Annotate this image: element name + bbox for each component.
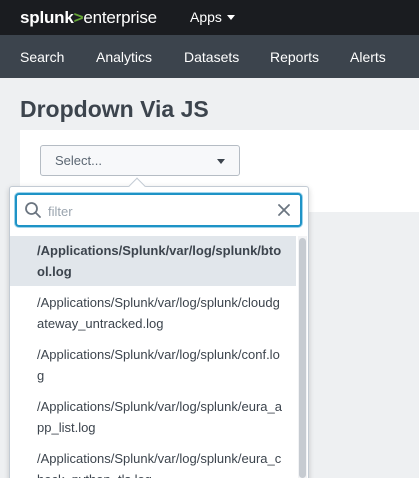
scrollbar[interactable] [298, 236, 307, 478]
caret-down-icon [226, 15, 235, 20]
list-item[interactable]: /Applications/Splunk/var/log/splunk/eura… [10, 444, 296, 478]
search-icon [25, 202, 41, 218]
caret-down-icon [217, 159, 225, 164]
nav-item-analytics[interactable]: Analytics [96, 49, 152, 65]
nav-item-datasets[interactable]: Datasets [184, 49, 239, 65]
nav-item-search[interactable]: Search [20, 49, 64, 65]
nav-item-reports[interactable]: Reports [270, 49, 319, 65]
logo-chevron-text: > [73, 8, 84, 27]
app-nav-bar: Search Analytics Datasets Reports Alerts [0, 35, 419, 78]
filter-input[interactable] [48, 202, 268, 220]
apps-menu-button[interactable]: Apps [190, 9, 235, 25]
scrollbar-thumb[interactable] [299, 238, 306, 478]
top-bar: splunk>enterprise Apps [0, 0, 419, 35]
apps-menu-label: Apps [190, 9, 222, 25]
nav-item-alerts[interactable]: Alerts [350, 49, 386, 65]
list-item[interactable]: /Applications/Splunk/var/log/splunk/conf… [10, 340, 296, 390]
clear-icon[interactable] [276, 202, 292, 218]
splunk-logo[interactable]: splunk>enterprise [20, 8, 157, 28]
logo-enterprise-text: enterprise [83, 8, 157, 27]
select-label: Select... [55, 153, 102, 168]
filter-box[interactable] [15, 193, 302, 227]
option-list: /Applications/Splunk/var/log/splunk/btoo… [10, 236, 296, 478]
list-item[interactable]: /Applications/Splunk/var/log/splunk/btoo… [10, 236, 296, 286]
list-item[interactable]: /Applications/Splunk/var/log/splunk/clou… [10, 288, 296, 338]
list-item[interactable]: /Applications/Splunk/var/log/splunk/eura… [10, 392, 296, 442]
select-dropdown-button[interactable]: Select... [40, 145, 240, 176]
logo-splunk-text: splunk [20, 8, 74, 27]
page-title: Dropdown Via JS [20, 96, 209, 122]
